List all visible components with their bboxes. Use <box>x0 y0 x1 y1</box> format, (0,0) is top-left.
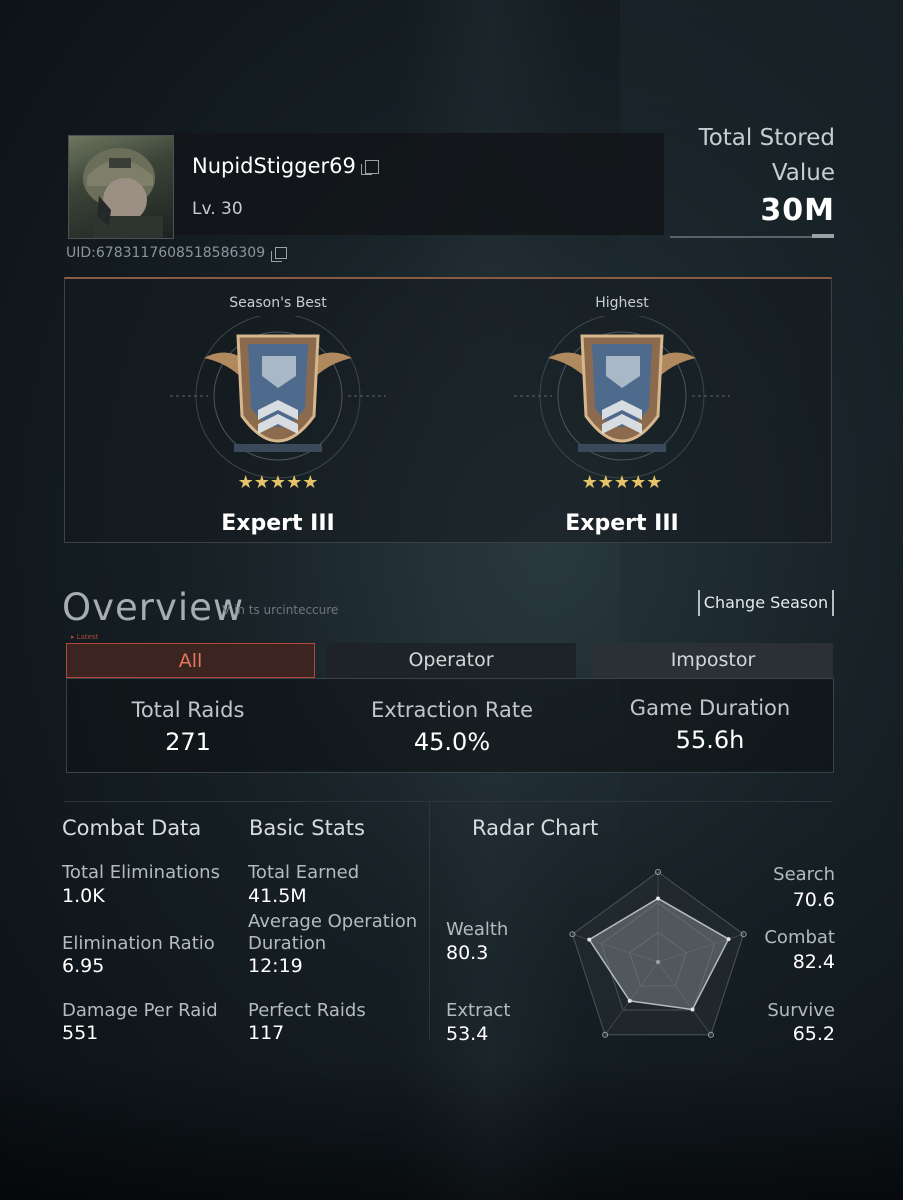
radar-point-search <box>656 896 660 901</box>
radar-value-wealth: 80.3 <box>446 942 489 964</box>
avatar[interactable] <box>68 135 174 239</box>
stat-label-average-operation-duration: Average Operation Duration <box>248 911 418 954</box>
radar-value-search: 70.6 <box>792 889 835 911</box>
radar-label-survive: Survive <box>767 1000 835 1021</box>
uid-text: UID:6783117608518586309 <box>66 245 266 261</box>
rank-caption-highest: Highest <box>595 295 649 311</box>
radar-value-combat: 82.4 <box>792 951 835 973</box>
stat-value-average-operation-duration: 12:19 <box>248 955 303 977</box>
radar-label-wealth: Wealth <box>446 919 509 940</box>
player-name: NupidStigger69 <box>192 154 379 178</box>
radar-value-survive: 65.2 <box>792 1023 835 1045</box>
username-text: NupidStigger69 <box>192 154 356 178</box>
radar-point-combat <box>726 937 731 942</box>
radar-point-wealth <box>587 937 592 942</box>
rank-stars-season-best: ★★★★★ <box>238 472 319 492</box>
summary-label-total-raids: Total Raids <box>131 698 245 722</box>
tab-impostor[interactable]: Impostor <box>593 643 833 678</box>
radar-label-search: Search <box>773 864 835 885</box>
stored-divider-accent <box>812 234 834 238</box>
rank-badge-highest[interactable]: ★★★★★ <box>484 316 760 492</box>
summary-value-game-duration: 55.6h <box>675 726 745 754</box>
radar-chart-title: Radar Chart <box>472 816 599 840</box>
stat-value-elimination-ratio: 6.95 <box>62 955 105 977</box>
stat-value-perfect-raids: 117 <box>248 1022 285 1044</box>
tab-operator[interactable]: Operator <box>326 643 576 678</box>
radar-point-extract <box>627 998 632 1003</box>
summary-value-total-raids: 271 <box>165 728 211 756</box>
operator-portrait-icon <box>83 148 163 238</box>
basic-stats-title: Basic Stats <box>249 816 365 840</box>
stat-label-damage-per-raid: Damage Per Raid <box>62 1000 218 1021</box>
section-divider <box>64 801 832 802</box>
change-season-button[interactable]: Change Season <box>698 590 834 616</box>
rank-badge-season-best[interactable]: ★★★★★ <box>140 316 416 492</box>
tab-all[interactable]: ▸ Latest All <box>66 633 315 678</box>
column-divider <box>429 801 430 1041</box>
stored-divider <box>670 236 834 238</box>
radar-label-extract: Extract <box>446 1000 511 1021</box>
stat-value-damage-per-raid: 551 <box>62 1022 99 1044</box>
player-level: Lv. 30 <box>192 199 243 219</box>
total-stored-value: 30M <box>760 193 835 228</box>
stat-label-total-eliminations: Total Eliminations <box>62 862 220 883</box>
radar-chart <box>569 869 747 1038</box>
rank-stars-highest: ★★★★★ <box>582 472 663 492</box>
stat-value-total-eliminations: 1.0K <box>62 885 105 907</box>
stat-label-perfect-raids: Perfect Raids <box>248 1000 366 1021</box>
copy-uid-icon[interactable] <box>271 247 288 262</box>
rank-name-highest: Expert III <box>565 511 679 536</box>
overview-title: Overview <box>62 586 245 629</box>
background-floor <box>0 1060 903 1200</box>
tab-all-label: All <box>178 650 203 672</box>
radar-point-survive <box>690 1007 695 1012</box>
stat-label-total-earned: Total Earned <box>248 862 360 883</box>
radar-value-extract: 53.4 <box>446 1023 489 1045</box>
rank-name-season-best: Expert III <box>221 511 335 536</box>
radar-label-combat: Combat <box>764 927 835 948</box>
overview-subtitle: V in ts urcinteccure <box>222 603 339 617</box>
summary-label-extraction-rate: Extraction Rate <box>370 698 534 722</box>
total-stored-value-label: Total Stored Value <box>698 125 835 186</box>
copy-icon[interactable] <box>360 160 379 175</box>
combat-data-title: Combat Data <box>62 816 202 840</box>
rank-caption-season-best: Season's Best <box>229 295 327 311</box>
stat-label-elimination-ratio: Elimination Ratio <box>62 933 215 954</box>
tab-badge: ▸ Latest <box>71 633 99 641</box>
stat-value-total-earned: 41.5M <box>248 885 307 907</box>
player-uid: UID:6783117608518586309 <box>66 245 288 262</box>
summary-value-extraction-rate: 45.0% <box>413 728 491 756</box>
summary-label-game-duration: Game Duration <box>629 696 791 720</box>
radar-center <box>656 960 660 964</box>
